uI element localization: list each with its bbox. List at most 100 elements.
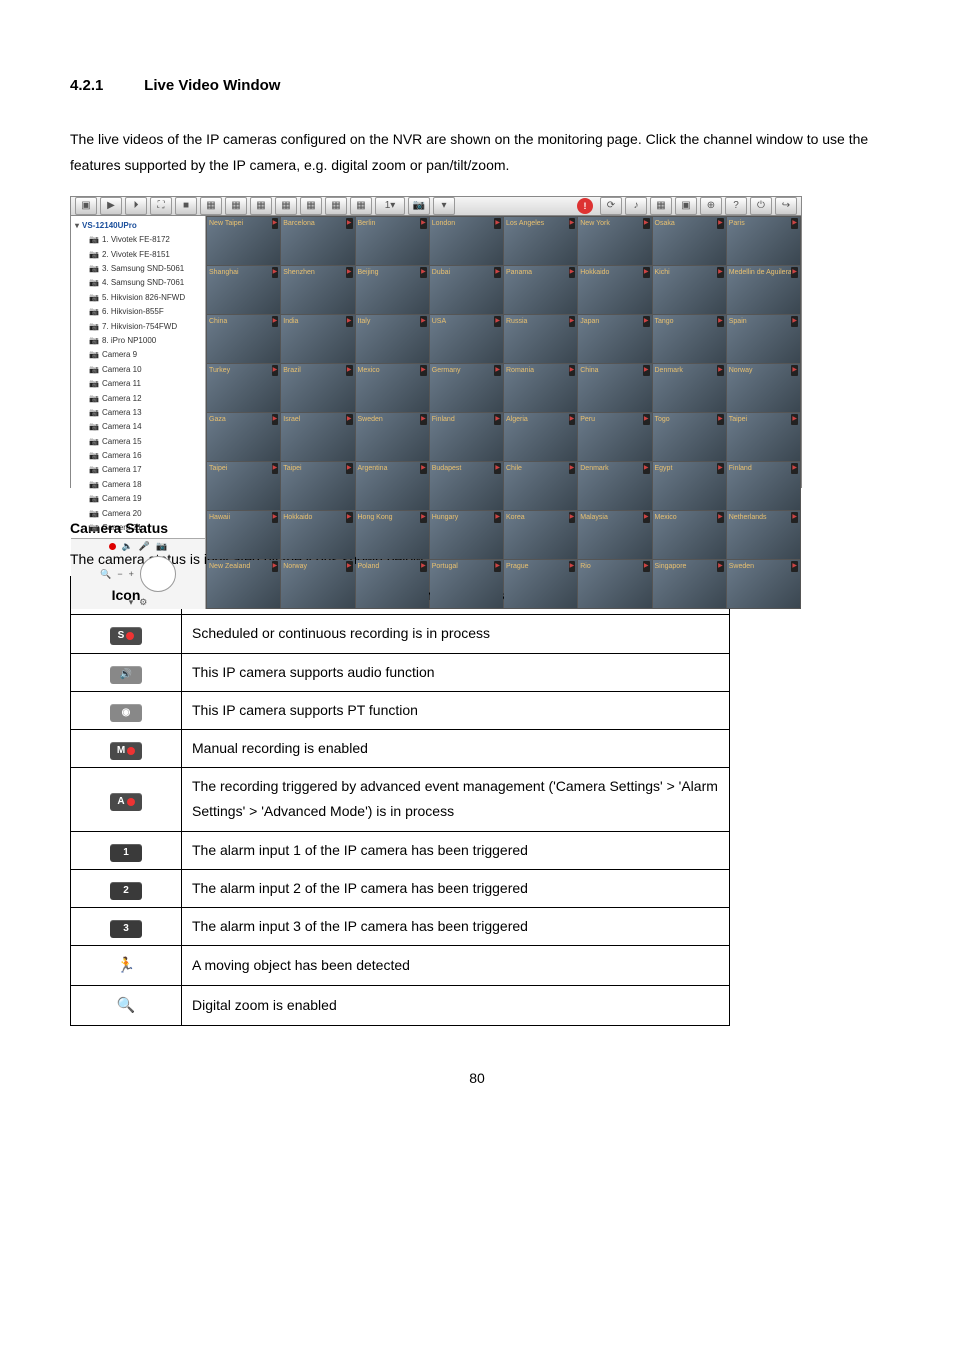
- video-tile[interactable]: Korea: [504, 511, 577, 559]
- layout-9-icon[interactable]: ▦: [275, 197, 297, 215]
- video-tile[interactable]: Prague: [504, 560, 577, 608]
- video-tile[interactable]: Berlin: [356, 217, 429, 265]
- video-tile[interactable]: Finland: [727, 462, 800, 510]
- layout-16-icon[interactable]: ▦: [325, 197, 347, 215]
- tree-camera-item[interactable]: 1. Vivotek FE-8172: [75, 233, 201, 247]
- video-tile[interactable]: China: [207, 315, 280, 363]
- video-tile[interactable]: Norway: [727, 364, 800, 412]
- video-tile[interactable]: Sweden: [727, 560, 800, 608]
- video-tile[interactable]: Rio: [578, 560, 651, 608]
- tree-camera-item[interactable]: Camera 11: [75, 377, 201, 391]
- dropdown-icon[interactable]: ▾: [433, 197, 455, 215]
- playback-icon[interactable]: ⏵: [125, 197, 147, 215]
- toolbar-btn-6[interactable]: ?: [725, 197, 747, 215]
- layout-4-icon[interactable]: ▦: [200, 197, 222, 215]
- video-tile[interactable]: Poland: [356, 560, 429, 608]
- layout-8-icon[interactable]: ▦: [250, 197, 272, 215]
- tree-camera-item[interactable]: Camera 9: [75, 348, 201, 362]
- video-tile[interactable]: Barcelona: [281, 217, 354, 265]
- tree-camera-item[interactable]: Camera 12: [75, 392, 201, 406]
- tree-camera-item[interactable]: 5. Hikvision 826-NFWD: [75, 291, 201, 305]
- video-tile[interactable]: Hawaii: [207, 511, 280, 559]
- page-select[interactable]: 1 ▾: [375, 197, 405, 215]
- video-tile[interactable]: Los Angeles: [504, 217, 577, 265]
- video-tile[interactable]: Turkey: [207, 364, 280, 412]
- video-tile[interactable]: Israel: [281, 413, 354, 461]
- video-tile[interactable]: Portugal: [430, 560, 503, 608]
- gear-icon[interactable]: ⚙: [139, 594, 147, 610]
- play-icon[interactable]: ▶: [100, 197, 122, 215]
- alert-icon[interactable]: !: [577, 198, 593, 214]
- video-tile[interactable]: New York: [578, 217, 651, 265]
- video-tile[interactable]: Budapest: [430, 462, 503, 510]
- video-tile[interactable]: Shenzhen: [281, 266, 354, 314]
- video-tile[interactable]: Sweden: [356, 413, 429, 461]
- video-tile[interactable]: Russia: [504, 315, 577, 363]
- toolbar-btn-8[interactable]: ↪: [775, 197, 797, 215]
- video-tile[interactable]: Singapore: [653, 560, 726, 608]
- single-view-icon[interactable]: ■: [175, 197, 197, 215]
- layout-more-icon[interactable]: ▦: [350, 197, 372, 215]
- video-tile[interactable]: China: [578, 364, 651, 412]
- video-tile[interactable]: Peru: [578, 413, 651, 461]
- video-tile[interactable]: Osaka: [653, 217, 726, 265]
- ptz-dial[interactable]: [140, 556, 176, 592]
- monitor-icon[interactable]: ▣: [75, 197, 97, 215]
- fullscreen-icon[interactable]: ⛶: [150, 197, 172, 215]
- video-tile[interactable]: USA: [430, 315, 503, 363]
- video-tile[interactable]: Hokkaido: [578, 266, 651, 314]
- tree-camera-item[interactable]: Camera 17: [75, 463, 201, 477]
- video-tile[interactable]: Panama: [504, 266, 577, 314]
- video-tile[interactable]: Beijing: [356, 266, 429, 314]
- tree-camera-item[interactable]: 6. Hikvision-855F: [75, 305, 201, 319]
- toolbar-btn-5[interactable]: ⊕: [700, 197, 722, 215]
- tree-root[interactable]: VS-12140UPro: [75, 219, 201, 233]
- video-tile[interactable]: Tango: [653, 315, 726, 363]
- video-tile[interactable]: Netherlands: [727, 511, 800, 559]
- video-tile[interactable]: Chile: [504, 462, 577, 510]
- video-tile[interactable]: Brazil: [281, 364, 354, 412]
- video-tile[interactable]: Japan: [578, 315, 651, 363]
- video-tile[interactable]: London: [430, 217, 503, 265]
- tree-camera-item[interactable]: Camera 18: [75, 478, 201, 492]
- toolbar-btn-3[interactable]: ▦: [650, 197, 672, 215]
- video-tile[interactable]: Norway: [281, 560, 354, 608]
- toolbar-btn-1[interactable]: ⟳: [600, 197, 622, 215]
- video-tile[interactable]: Denmark: [578, 462, 651, 510]
- video-tile[interactable]: Germany: [430, 364, 503, 412]
- video-tile[interactable]: New Zealand: [207, 560, 280, 608]
- tree-camera-item[interactable]: 4. Samsung SND-7061: [75, 276, 201, 290]
- video-tile[interactable]: Gaza: [207, 413, 280, 461]
- tree-camera-item[interactable]: Camera 10: [75, 363, 201, 377]
- video-tile[interactable]: Taipei: [727, 413, 800, 461]
- video-tile[interactable]: Hokkaido: [281, 511, 354, 559]
- video-tile[interactable]: India: [281, 315, 354, 363]
- layout-12-icon[interactable]: ▦: [300, 197, 322, 215]
- video-tile[interactable]: Shanghai: [207, 266, 280, 314]
- snapshot-icon[interactable]: 📷: [408, 197, 430, 215]
- video-tile[interactable]: Malaysia: [578, 511, 651, 559]
- video-tile[interactable]: Romania: [504, 364, 577, 412]
- tree-camera-item[interactable]: Camera 16: [75, 449, 201, 463]
- video-tile[interactable]: Egypt: [653, 462, 726, 510]
- video-tile[interactable]: Algeria: [504, 413, 577, 461]
- video-tile[interactable]: Dubai: [430, 266, 503, 314]
- video-tile[interactable]: Hong Kong: [356, 511, 429, 559]
- toolbar-btn-4[interactable]: ▣: [675, 197, 697, 215]
- video-tile[interactable]: Taipei: [207, 462, 280, 510]
- video-tile[interactable]: Paris: [727, 217, 800, 265]
- video-tile[interactable]: Medellin de Aguilera: [727, 266, 800, 314]
- video-tile[interactable]: Denmark: [653, 364, 726, 412]
- tree-camera-item[interactable]: 8. iPro NP1000: [75, 334, 201, 348]
- video-tile[interactable]: Italy: [356, 315, 429, 363]
- video-tile[interactable]: Mexico: [356, 364, 429, 412]
- tree-camera-item[interactable]: Camera 15: [75, 435, 201, 449]
- tree-camera-item[interactable]: Camera 13: [75, 406, 201, 420]
- video-tile[interactable]: Finland: [430, 413, 503, 461]
- tree-camera-item[interactable]: 2. Vivotek FE-8151: [75, 248, 201, 262]
- video-tile[interactable]: Taipei: [281, 462, 354, 510]
- video-tile[interactable]: Spain: [727, 315, 800, 363]
- video-tile[interactable]: New Taipei: [207, 217, 280, 265]
- video-tile[interactable]: Hungary: [430, 511, 503, 559]
- tree-camera-item[interactable]: 7. Hikvision-754FWD: [75, 320, 201, 334]
